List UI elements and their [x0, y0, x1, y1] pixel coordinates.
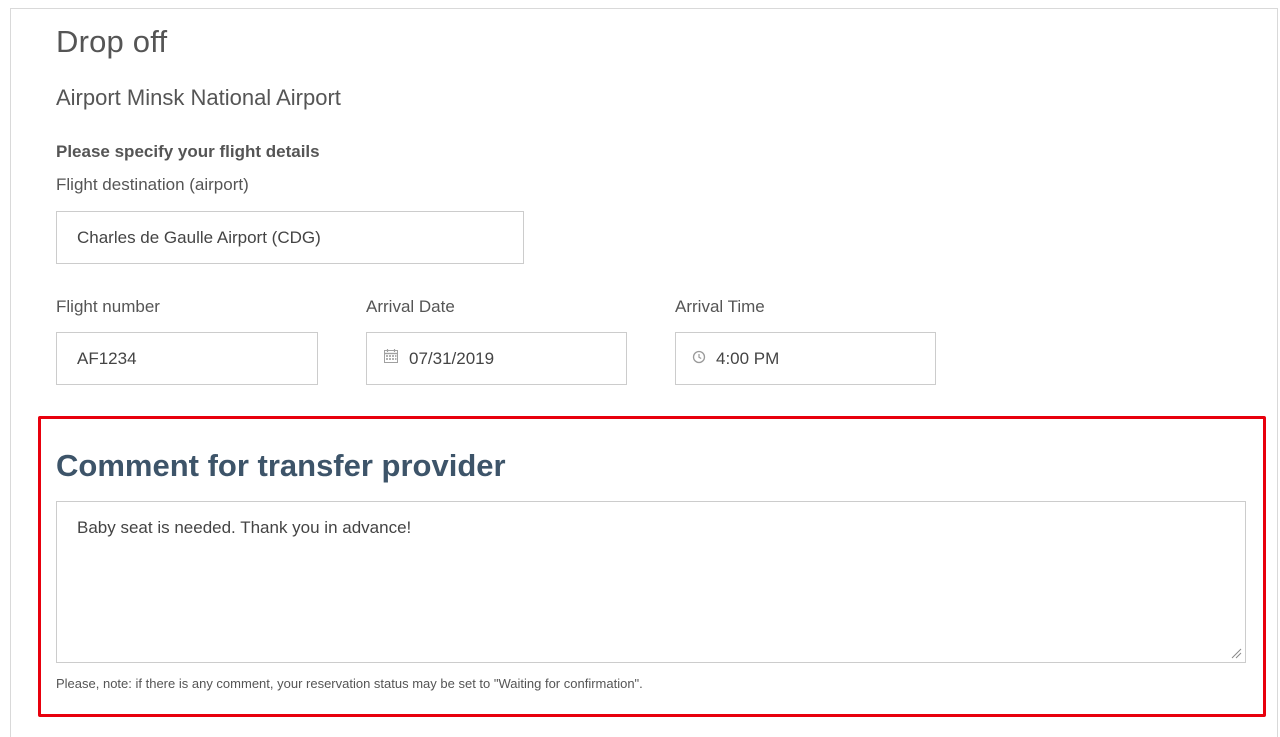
- arrival-time-input[interactable]: 4:00 PM: [675, 332, 936, 385]
- flight-number-label: Flight number: [56, 297, 160, 316]
- destination-input[interactable]: Charles de Gaulle Airport (CDG): [56, 211, 524, 264]
- flight-details-heading: Please specify your flight details: [56, 142, 320, 161]
- comment-text: Baby seat is needed. Thank you in advanc…: [77, 518, 412, 537]
- airport-name: Airport Minsk National Airport: [56, 85, 341, 110]
- destination-value: Charles de Gaulle Airport (CDG): [77, 227, 321, 247]
- clock-icon: [692, 349, 706, 369]
- calendar-icon: [383, 348, 399, 369]
- arrival-date-value: 07/31/2019: [409, 348, 495, 368]
- arrival-time-label: Arrival Time: [675, 297, 765, 316]
- comment-heading: Comment for transfer provider: [56, 448, 506, 483]
- comment-note: Please, note: if there is any comment, y…: [56, 676, 643, 691]
- destination-label: Flight destination (airport): [56, 175, 249, 194]
- section-title: Drop off: [56, 24, 168, 59]
- arrival-date-input[interactable]: 07/31/2019: [366, 332, 627, 385]
- arrival-time-value: 4:00 PM: [716, 348, 780, 368]
- arrival-date-label: Arrival Date: [366, 297, 455, 316]
- comment-textarea[interactable]: Baby seat is needed. Thank you in advanc…: [56, 501, 1246, 663]
- flight-number-value: AF1234: [77, 348, 137, 368]
- flight-number-input[interactable]: AF1234: [56, 332, 318, 385]
- resize-handle-icon[interactable]: [1230, 647, 1242, 659]
